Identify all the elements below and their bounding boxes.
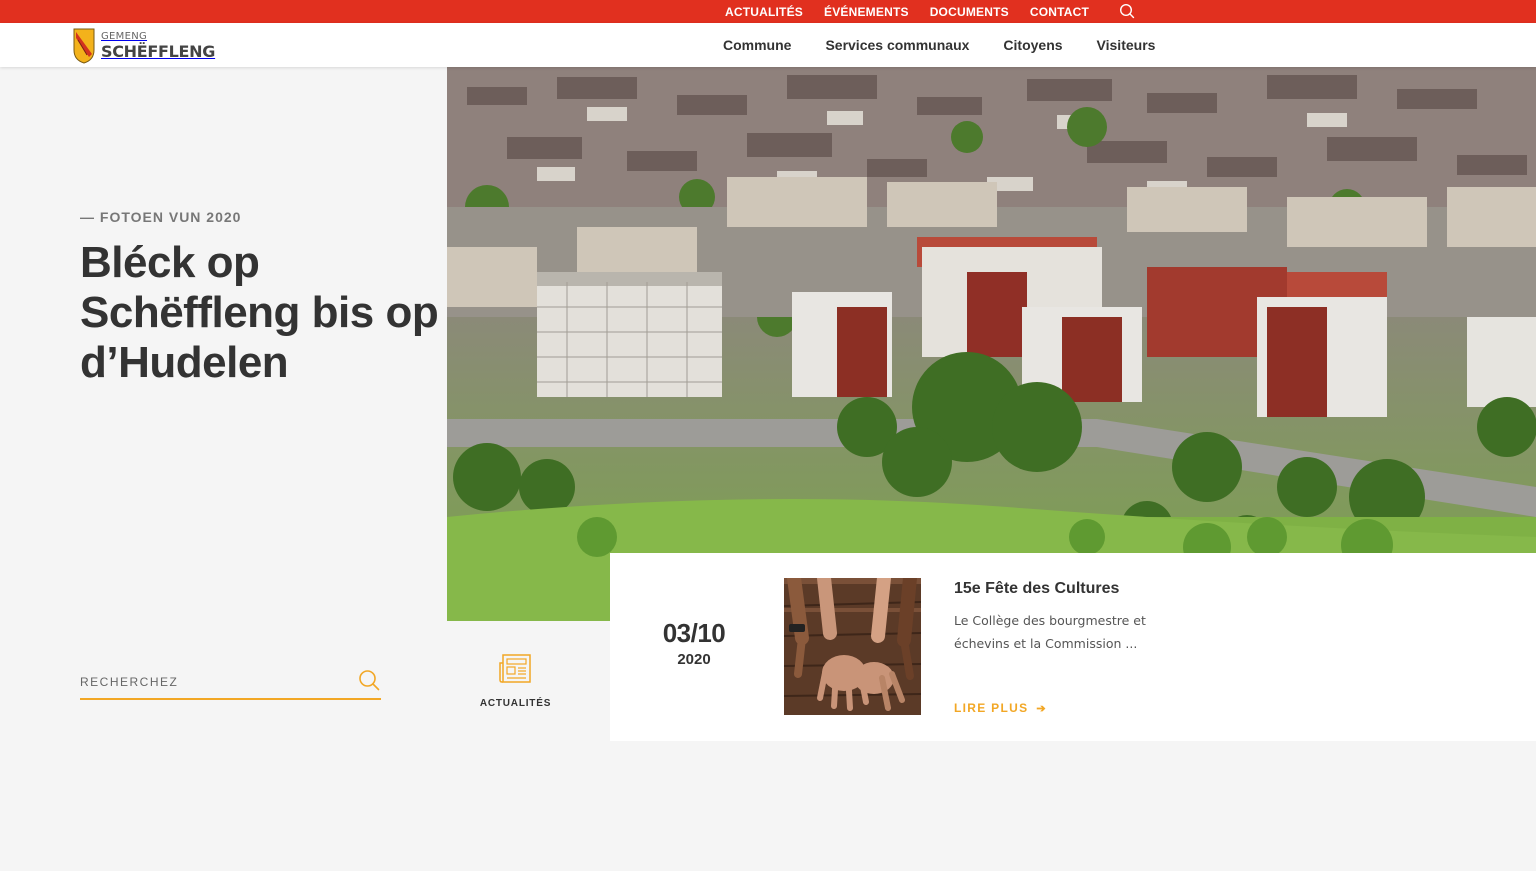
news-date-year: 2020 bbox=[677, 651, 711, 668]
read-more-link[interactable]: LIRE PLUS ➔ bbox=[954, 701, 1047, 715]
news-title[interactable]: 15e Fête des Cultures bbox=[954, 580, 1119, 598]
utility-link-evenements[interactable]: ÉVÉNEMENTS bbox=[824, 5, 909, 19]
utility-link-contact[interactable]: CONTACT bbox=[1030, 5, 1089, 19]
coat-of-arms-icon bbox=[73, 28, 95, 64]
news-date-day: 03/10 bbox=[662, 618, 726, 648]
aerial-town-photo bbox=[447, 67, 1536, 621]
main-header: GEMENG SCHËFFLENG Commune Services commu… bbox=[0, 23, 1536, 67]
hero-eyebrow: — FOTOEN VUN 2020 bbox=[80, 209, 242, 225]
utility-nav: ACTUALITÉS ÉVÉNEMENTS DOCUMENTS CONTACT bbox=[725, 0, 1110, 23]
site-logo[interactable]: GEMENG SCHËFFLENG bbox=[73, 27, 215, 65]
news-card: 03/10 2020 15e Fête des Cultures Le Coll… bbox=[610, 553, 1536, 741]
news-excerpt: Le Collège des bourgmestre et échevins e… bbox=[954, 613, 1146, 651]
utility-bar: ACTUALITÉS ÉVÉNEMENTS DOCUMENTS CONTACT bbox=[0, 0, 1536, 23]
logo-small-text: GEMENG bbox=[101, 31, 148, 42]
search-icon[interactable] bbox=[358, 669, 380, 691]
search-field bbox=[80, 666, 381, 700]
hands-photo bbox=[784, 578, 921, 715]
hero-image bbox=[447, 67, 1536, 621]
nav-commune[interactable]: Commune bbox=[723, 37, 791, 53]
hero-title: Bléck op Schëffleng bis op d’Hudelen bbox=[80, 238, 439, 387]
logo-big-text: SCHËFFLENG bbox=[101, 42, 216, 61]
arrow-right-icon: ➔ bbox=[1036, 703, 1047, 715]
nav-citoyens[interactable]: Citoyens bbox=[1003, 37, 1062, 53]
news-thumbnail[interactable] bbox=[784, 578, 921, 715]
utility-link-documents[interactable]: DOCUMENTS bbox=[930, 5, 1009, 19]
news-tab-label: ACTUALITÉS bbox=[479, 698, 552, 709]
nav-services-communaux[interactable]: Services communaux bbox=[825, 37, 969, 53]
read-more-label: LIRE PLUS bbox=[954, 701, 1029, 715]
newspaper-icon bbox=[499, 654, 531, 683]
search-icon[interactable] bbox=[1119, 3, 1135, 19]
news-date: 03/10 2020 bbox=[610, 618, 778, 668]
main-nav: Commune Services communaux Citoyens Visi… bbox=[723, 23, 1189, 67]
utility-link-actualites[interactable]: ACTUALITÉS bbox=[725, 5, 803, 19]
news-tab[interactable]: ACTUALITÉS bbox=[447, 621, 610, 741]
search-input[interactable] bbox=[80, 672, 350, 692]
nav-visiteurs[interactable]: Visiteurs bbox=[1097, 37, 1156, 53]
logo-text: GEMENG SCHËFFLENG bbox=[101, 32, 215, 60]
